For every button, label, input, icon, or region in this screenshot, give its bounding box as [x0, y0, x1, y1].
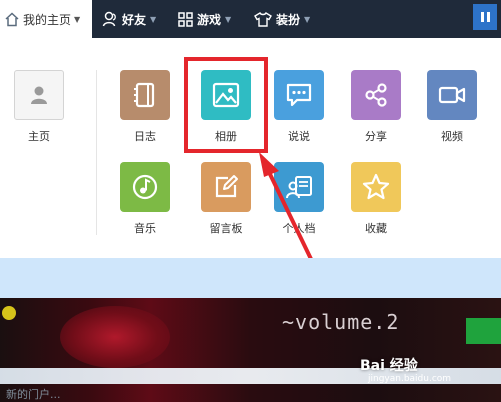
banner-artwork: [60, 306, 170, 368]
watermark-url: jingyan.baidu.com: [368, 374, 452, 384]
watermark-logo: Bai 经验: [360, 358, 418, 374]
banner-play-button[interactable]: [466, 318, 501, 344]
banner-footer-text: 新的门户...: [6, 388, 61, 401]
banner-title: ~volume.2: [282, 310, 400, 334]
page-background-strip: [0, 258, 501, 298]
music-banner[interactable]: ~volume.2 新的门户...: [0, 298, 501, 402]
logo-icon: [2, 306, 16, 320]
